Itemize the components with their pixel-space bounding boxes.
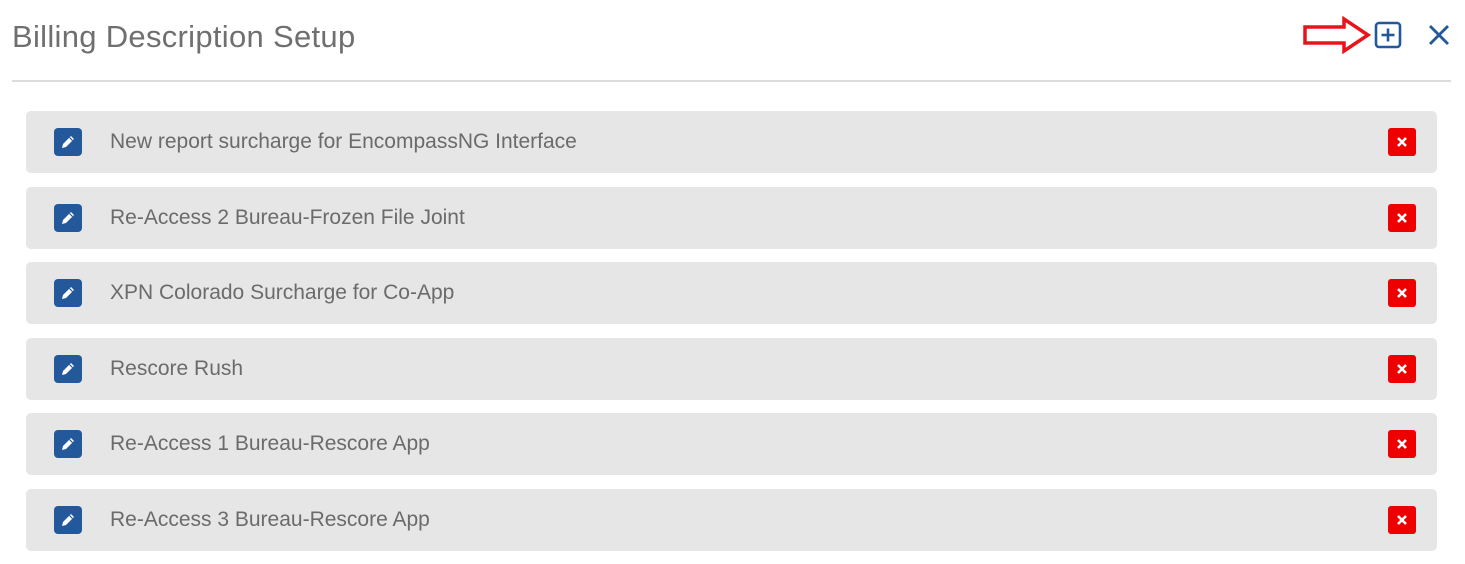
pencil-icon [62, 287, 74, 299]
delete-button[interactable] [1388, 505, 1416, 534]
delete-button[interactable] [1388, 128, 1416, 156]
pencil-icon [62, 362, 74, 375]
pencil-icon [62, 211, 74, 224]
list-item: Re-Access 3 Bureau-Rescore App [26, 488, 1437, 551]
billing-description-list: New report surcharge for EncompassNG Int… [26, 111, 1437, 564]
edit-button[interactable] [54, 505, 82, 534]
close-icon [1397, 514, 1407, 525]
close-icon [1397, 439, 1407, 449]
delete-button[interactable] [1388, 203, 1416, 232]
edit-button[interactable] [54, 128, 82, 156]
list-item-label: Re-Access 1 Bureau-Rescore App [110, 432, 430, 455]
list-item: Re-Access 2 Bureau-Frozen File Joint [26, 186, 1437, 249]
edit-button[interactable] [54, 430, 82, 458]
list-item: XPN Colorado Surcharge for Co-App [26, 262, 1437, 324]
list-item: Rescore Rush [26, 337, 1437, 400]
close-icon [1397, 288, 1407, 298]
list-item: Re-Access 1 Bureau-Rescore App [26, 413, 1437, 475]
delete-button[interactable] [1388, 430, 1416, 458]
list-item-label: XPN Colorado Surcharge for Co-App [110, 281, 455, 304]
pencil-icon [62, 438, 74, 450]
add-button[interactable] [1373, 20, 1403, 50]
close-icon [1397, 212, 1407, 223]
plus-square-icon [1374, 21, 1402, 49]
dialog-header: Billing Description Setup [12, 0, 1451, 82]
delete-button[interactable] [1388, 354, 1416, 383]
delete-button[interactable] [1388, 279, 1416, 307]
edit-button[interactable] [54, 203, 82, 232]
edit-button[interactable] [54, 279, 82, 307]
red-arrow-annotation-icon [1303, 16, 1372, 54]
list-item: New report surcharge for EncompassNG Int… [26, 111, 1437, 173]
page-title: Billing Description Setup [12, 19, 356, 54]
list-item-label: New report surcharge for EncompassNG Int… [110, 130, 577, 153]
list-item-label: Re-Access 3 Bureau-Rescore App [110, 507, 430, 531]
close-icon [1397, 137, 1407, 147]
pencil-icon [62, 136, 74, 148]
list-item-label: Rescore Rush [110, 356, 244, 380]
close-icon [1397, 363, 1407, 374]
edit-button[interactable] [54, 354, 82, 383]
close-icon [1429, 25, 1449, 45]
close-button[interactable] [1425, 21, 1453, 49]
list-item-label: Re-Access 2 Bureau-Frozen File Joint [110, 205, 465, 229]
pencil-icon [62, 513, 74, 526]
